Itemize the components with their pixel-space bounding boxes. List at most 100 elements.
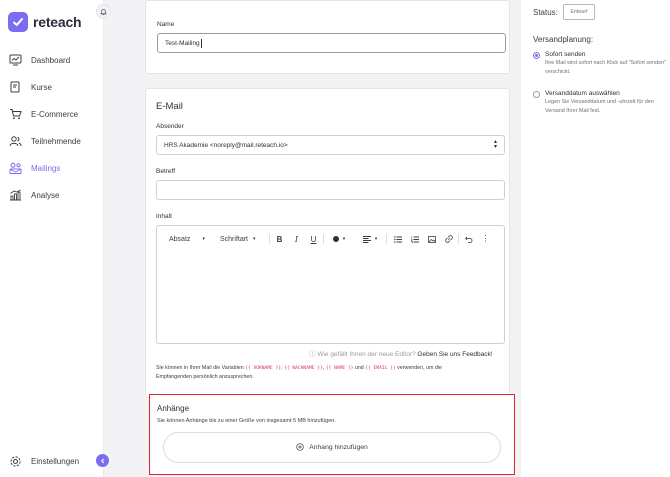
chevron-left-icon bbox=[100, 458, 104, 463]
italic-button[interactable]: I bbox=[292, 234, 301, 244]
users-icon bbox=[8, 134, 22, 148]
sidebar-item-label: Analyse bbox=[31, 190, 60, 200]
sidebar-item-teilnehmende[interactable]: Teilnehmende bbox=[8, 133, 100, 149]
sidebar-item-label: Kurse bbox=[31, 82, 52, 92]
attachments-title: Anhänge bbox=[157, 404, 190, 413]
planning-title: Versandplanung: bbox=[533, 35, 594, 44]
status-label: Status: bbox=[533, 8, 558, 17]
radio-schedule[interactable] bbox=[533, 91, 540, 98]
link-icon bbox=[444, 235, 453, 243]
chevron-down-icon: ▾ bbox=[253, 236, 256, 242]
image-button[interactable] bbox=[427, 234, 436, 244]
subject-label: Betreff bbox=[156, 168, 176, 175]
variables-hint: Sie können in Ihrer Mail die Variablen {… bbox=[156, 365, 442, 380]
bell-icon bbox=[100, 8, 107, 15]
plus-circle-icon bbox=[296, 442, 304, 453]
attachments-description: Sie können Anhänge bis zu einer Größe vo… bbox=[157, 418, 336, 424]
italic-icon: I bbox=[294, 234, 299, 244]
sidebar-item-analyse[interactable]: Analyse bbox=[8, 187, 100, 203]
sidebar-item-mailings[interactable]: Mailings bbox=[8, 160, 100, 176]
sender-select[interactable]: HRS Akademie <noreply@mail.reteach.io> ▴… bbox=[156, 135, 505, 155]
option-schedule-description: Legen Sie Versanddatum und -uhrzeit für … bbox=[545, 99, 654, 114]
sidebar: reteach Dashboard Kurse E-Commerce Teiln… bbox=[0, 0, 104, 477]
bullet-list-button[interactable] bbox=[393, 234, 402, 244]
name-input-value: Test-Mailing bbox=[165, 39, 200, 47]
name-input[interactable]: Test-Mailing bbox=[157, 33, 506, 53]
paragraph-dropdown-label: Absatz bbox=[169, 235, 191, 243]
bullet-list-icon bbox=[393, 235, 402, 243]
editor-toolbar: Absatz ▾ Schriftart ▾ B I U ▾ ▾ ⋮ bbox=[157, 226, 504, 252]
editor-feedback: ⓘ Wie gefällt Ihnen der neue Editor? Geb… bbox=[309, 348, 493, 358]
feedback-question: Wie gefällt Ihnen der neue Editor? bbox=[317, 351, 416, 358]
name-card: Name Test-Mailing bbox=[145, 0, 510, 74]
status-panel: Status: Entwurf Versandplanung: Sofort s… bbox=[521, 0, 670, 477]
bold-icon: B bbox=[276, 234, 283, 244]
brand-logo[interactable]: reteach bbox=[8, 12, 82, 32]
add-attachment-label: Anhang hinzufügen bbox=[309, 444, 368, 451]
variable-name: {{ NAME }} bbox=[325, 366, 354, 371]
brand-name: reteach bbox=[33, 14, 82, 30]
underline-icon: U bbox=[310, 234, 317, 244]
font-dropdown-label: Schriftart bbox=[220, 235, 249, 243]
option-send-now-description: Ihre Mail wird sofort nach Klick auf "So… bbox=[545, 60, 666, 75]
collapse-sidebar-button[interactable] bbox=[96, 454, 109, 467]
main-content: Name Test-Mailing E-Mail Absender HRS Ak… bbox=[104, 0, 521, 477]
undo-icon bbox=[464, 236, 472, 243]
rich-text-editor[interactable]: Absatz ▾ Schriftart ▾ B I U ▾ ▾ ⋮ bbox=[156, 225, 505, 344]
option-send-now-title: Sofort senden bbox=[545, 51, 586, 58]
attachments-section: Anhänge Sie können Anhänge bis zu einer … bbox=[149, 394, 515, 475]
image-icon bbox=[427, 235, 436, 243]
sidebar-item-label: Dashboard bbox=[31, 55, 71, 65]
more-options-button[interactable]: ⋮ bbox=[481, 234, 490, 244]
notification-bell-button[interactable] bbox=[96, 4, 111, 19]
more-vertical-icon: ⋮ bbox=[481, 234, 490, 243]
numbered-list-icon bbox=[410, 235, 419, 243]
sender-select-value: HRS Akademie <noreply@mail.reteach.io> bbox=[164, 141, 288, 149]
email-section-title: E-Mail bbox=[156, 101, 183, 112]
text-cursor bbox=[200, 38, 202, 48]
feedback-link[interactable]: Geben Sie uns Feedback! bbox=[417, 351, 492, 358]
toolbar-divider bbox=[269, 234, 270, 244]
book-icon bbox=[8, 80, 22, 94]
info-icon: ⓘ bbox=[309, 351, 316, 358]
gear-icon bbox=[8, 454, 22, 468]
variable-nachname: {{ NACHNAME }} bbox=[284, 366, 323, 371]
chart-icon bbox=[8, 188, 22, 202]
numbered-list-button[interactable] bbox=[410, 234, 419, 244]
align-left-icon bbox=[362, 235, 371, 243]
text-color-button[interactable]: ▾ bbox=[329, 234, 349, 244]
link-button[interactable] bbox=[444, 234, 453, 244]
sidebar-item-label: Mailings bbox=[31, 163, 61, 173]
sidebar-item-ecommerce[interactable]: E-Commerce bbox=[8, 106, 100, 122]
bold-button[interactable]: B bbox=[275, 234, 284, 244]
dashboard-icon bbox=[8, 53, 22, 67]
sidebar-item-label: Teilnehmende bbox=[31, 136, 81, 146]
subject-input[interactable] bbox=[156, 180, 505, 200]
sidebar-item-label: Einstellungen bbox=[31, 456, 80, 466]
align-button[interactable]: ▾ bbox=[360, 234, 380, 244]
sidebar-item-kurse[interactable]: Kurse bbox=[8, 79, 100, 95]
chevron-down-icon: ▾ bbox=[342, 236, 346, 242]
toolbar-divider bbox=[386, 234, 387, 244]
variable-vorname: {{ VORNAME }} bbox=[245, 366, 282, 371]
undo-button[interactable] bbox=[464, 234, 473, 244]
name-label: Name bbox=[157, 21, 175, 28]
add-attachment-button[interactable]: Anhang hinzufügen bbox=[163, 432, 501, 463]
option-schedule-title: Versanddatum auswählen bbox=[545, 90, 620, 97]
toolbar-divider bbox=[458, 234, 459, 244]
variable-email: {{ EMAIL }} bbox=[365, 366, 396, 371]
font-dropdown[interactable]: Schriftart ▾ bbox=[220, 234, 256, 244]
color-dot-icon bbox=[332, 236, 339, 242]
mailings-icon bbox=[8, 161, 22, 175]
radio-send-now[interactable] bbox=[533, 52, 540, 59]
sidebar-item-dashboard[interactable]: Dashboard bbox=[8, 52, 100, 68]
select-updown-icon: ▴ ▾ bbox=[493, 139, 497, 150]
sidebar-item-settings[interactable]: Einstellungen bbox=[8, 453, 100, 469]
toolbar-divider bbox=[323, 234, 324, 244]
sender-label: Absender bbox=[156, 123, 184, 130]
underline-button[interactable]: U bbox=[309, 234, 318, 244]
sidebar-item-label: E-Commerce bbox=[31, 109, 79, 119]
paragraph-dropdown[interactable]: Absatz ▾ bbox=[169, 234, 205, 244]
cart-icon bbox=[8, 107, 22, 121]
reteach-logo-icon bbox=[8, 12, 28, 32]
